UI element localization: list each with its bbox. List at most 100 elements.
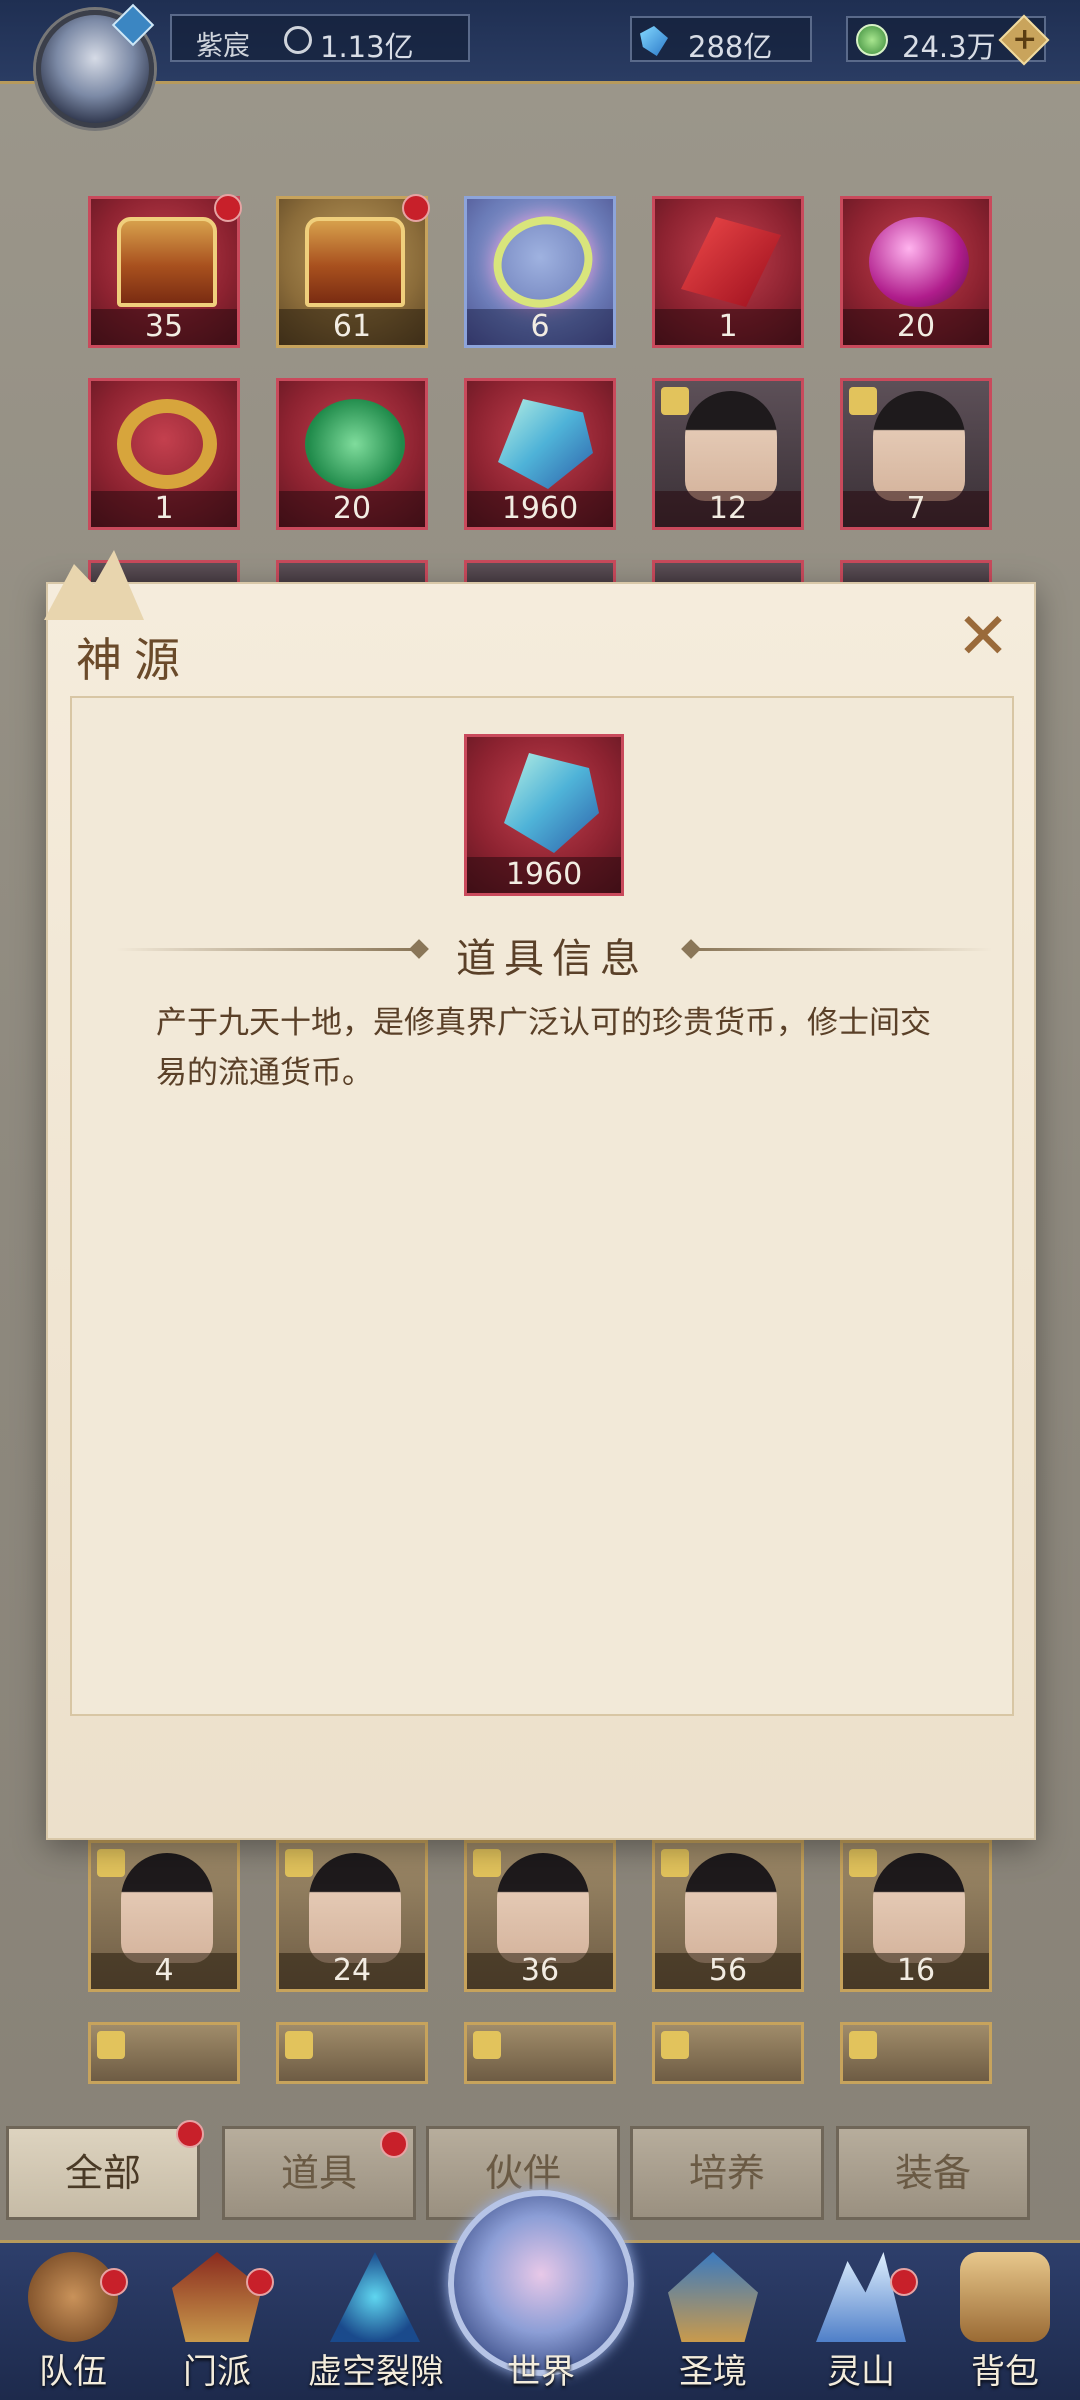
notification-dot [402,194,430,222]
nav-label: 背包 [971,2352,1039,2392]
item-count: 1 [655,309,801,345]
backpack-icon [960,2252,1050,2342]
gem-value: 288亿 [688,30,773,64]
hero-portrait-icon [873,391,965,501]
plus-icon: + [1012,21,1038,57]
puzzle-piece-icon [661,1849,689,1877]
inventory-slot[interactable]: 20 [840,196,992,348]
puzzle-piece-icon [849,387,877,415]
ruby-ring-icon [117,399,217,489]
combat-power-value: 1.13亿 [320,30,414,64]
pink-orb-icon [869,217,969,307]
puzzle-piece-icon [285,1849,313,1877]
inventory-slot[interactable]: 1 [652,196,804,348]
add-coin-button[interactable]: + [998,14,1050,66]
inventory-slot[interactable] [88,2022,240,2084]
inventory-slot[interactable]: 16 [840,1840,992,1992]
notification-dot [100,2268,128,2296]
coin-icon [856,24,888,56]
inventory-slot[interactable]: 4 [88,1840,240,1992]
item-detail-dialog: 神源 ✕ 1960 道具信息 产于九天十地，是修真界广泛认可的珍贵货币，修士间交… [44,550,1036,1840]
tab-cultivate[interactable]: 培养 [630,2126,824,2220]
coin-value: 24.3万 [902,30,996,64]
nav-backpack[interactable]: 背包 [940,2252,1070,2400]
hero-portrait-icon [685,1853,777,1963]
nav-world[interactable]: 世界 [476,2252,606,2400]
tab-all[interactable]: 全部 [6,2126,200,2220]
coin-currency: 24.3万 + [846,14,1050,66]
inventory-slot[interactable]: 24 [276,1840,428,1992]
diamond-ornament-icon [409,939,429,959]
notification-dot [246,2268,274,2296]
item-count: 36 [467,1953,613,1989]
treasure-chest-icon [305,217,405,307]
inventory-slot[interactable]: 36 [464,1840,616,1992]
item-count: 6 [467,309,613,345]
inventory-slot[interactable]: 6 [464,196,616,348]
inventory-slot[interactable]: 61 [276,196,428,348]
nav-label: 门派 [183,2352,251,2392]
close-button[interactable]: ✕ [948,602,1018,672]
item-count: 56 [655,1953,801,1989]
gem-currency: 288亿 [630,16,812,64]
inventory-slot[interactable] [840,2022,992,2084]
puzzle-piece-icon [285,2031,313,2059]
item-preview-slot: 1960 [464,734,624,896]
dialog-title: 神源 [76,633,192,687]
gem-icon [640,26,668,56]
item-count: 61 [279,309,425,345]
inventory-slot[interactable]: 56 [652,1840,804,1992]
inventory-slot[interactable]: 1 [88,378,240,530]
nav-holy-realm[interactable]: 圣境 [648,2252,778,2400]
puzzle-piece-icon [473,1849,501,1877]
item-count: 4 [91,1953,237,1989]
nav-label: 队伍 [39,2352,107,2392]
inventory-slot[interactable]: 12 [652,378,804,530]
inventory-slot[interactable]: 35 [88,196,240,348]
puzzle-piece-icon [473,2031,501,2059]
notification-dot [890,2268,918,2296]
notification-dot [214,194,242,222]
sect-pagoda-icon [172,2252,262,2342]
jade-disc-icon [305,399,405,489]
spirit-mountain-icon [816,2252,906,2342]
crystal-icon [504,753,599,853]
item-count: 20 [279,491,425,527]
puzzle-piece-icon [97,1849,125,1877]
nav-label: 世界 [507,2352,575,2392]
inventory-slot[interactable] [652,2022,804,2084]
holy-realm-temple-icon [668,2252,758,2342]
tab-equipment[interactable]: 装备 [836,2126,1030,2220]
item-count: 7 [843,491,989,527]
red-talisman-icon [681,217,781,307]
inventory-slot[interactable]: 7 [840,378,992,530]
hero-portrait-icon [873,1853,965,1963]
hero-portrait-icon [121,1853,213,1963]
item-count: 12 [655,491,801,527]
nav-void-rift[interactable]: 虚空裂隙 [296,2252,456,2400]
puzzle-piece-icon [97,2031,125,2059]
inventory-slot[interactable] [276,2022,428,2084]
void-rift-icon [330,2252,420,2342]
team-icon [28,2252,118,2342]
item-count: 16 [843,1953,989,1989]
item-count: 1960 [467,857,621,893]
player-info: 紫宸 1.13亿 [170,14,470,64]
divider-line [692,948,992,951]
dialog-content-panel: 1960 道具信息 产于九天十地，是修真界广泛认可的珍贵货币，修士间交易的流通货… [70,696,1014,1716]
nav-label: 灵山 [827,2352,895,2392]
item-count: 1960 [467,491,613,527]
notification-dot [380,2130,408,2158]
item-description: 产于九天十地，是修真界广泛认可的珍贵货币，修士间交易的流通货币。 [156,1005,931,1091]
puzzle-piece-icon [849,2031,877,2059]
hero-portrait-icon [685,391,777,501]
puzzle-piece-icon [849,1849,877,1877]
puzzle-piece-icon [661,2031,689,2059]
info-heading: 道具信息 [456,936,648,982]
hero-portrait-icon [497,1853,589,1963]
inventory-slot[interactable]: 20 [276,378,428,530]
notification-dot [176,2120,204,2148]
inventory-slot[interactable] [464,2022,616,2084]
inventory-slot[interactable]: 1960 [464,378,616,530]
ribbon-ornament-icon [480,202,606,322]
